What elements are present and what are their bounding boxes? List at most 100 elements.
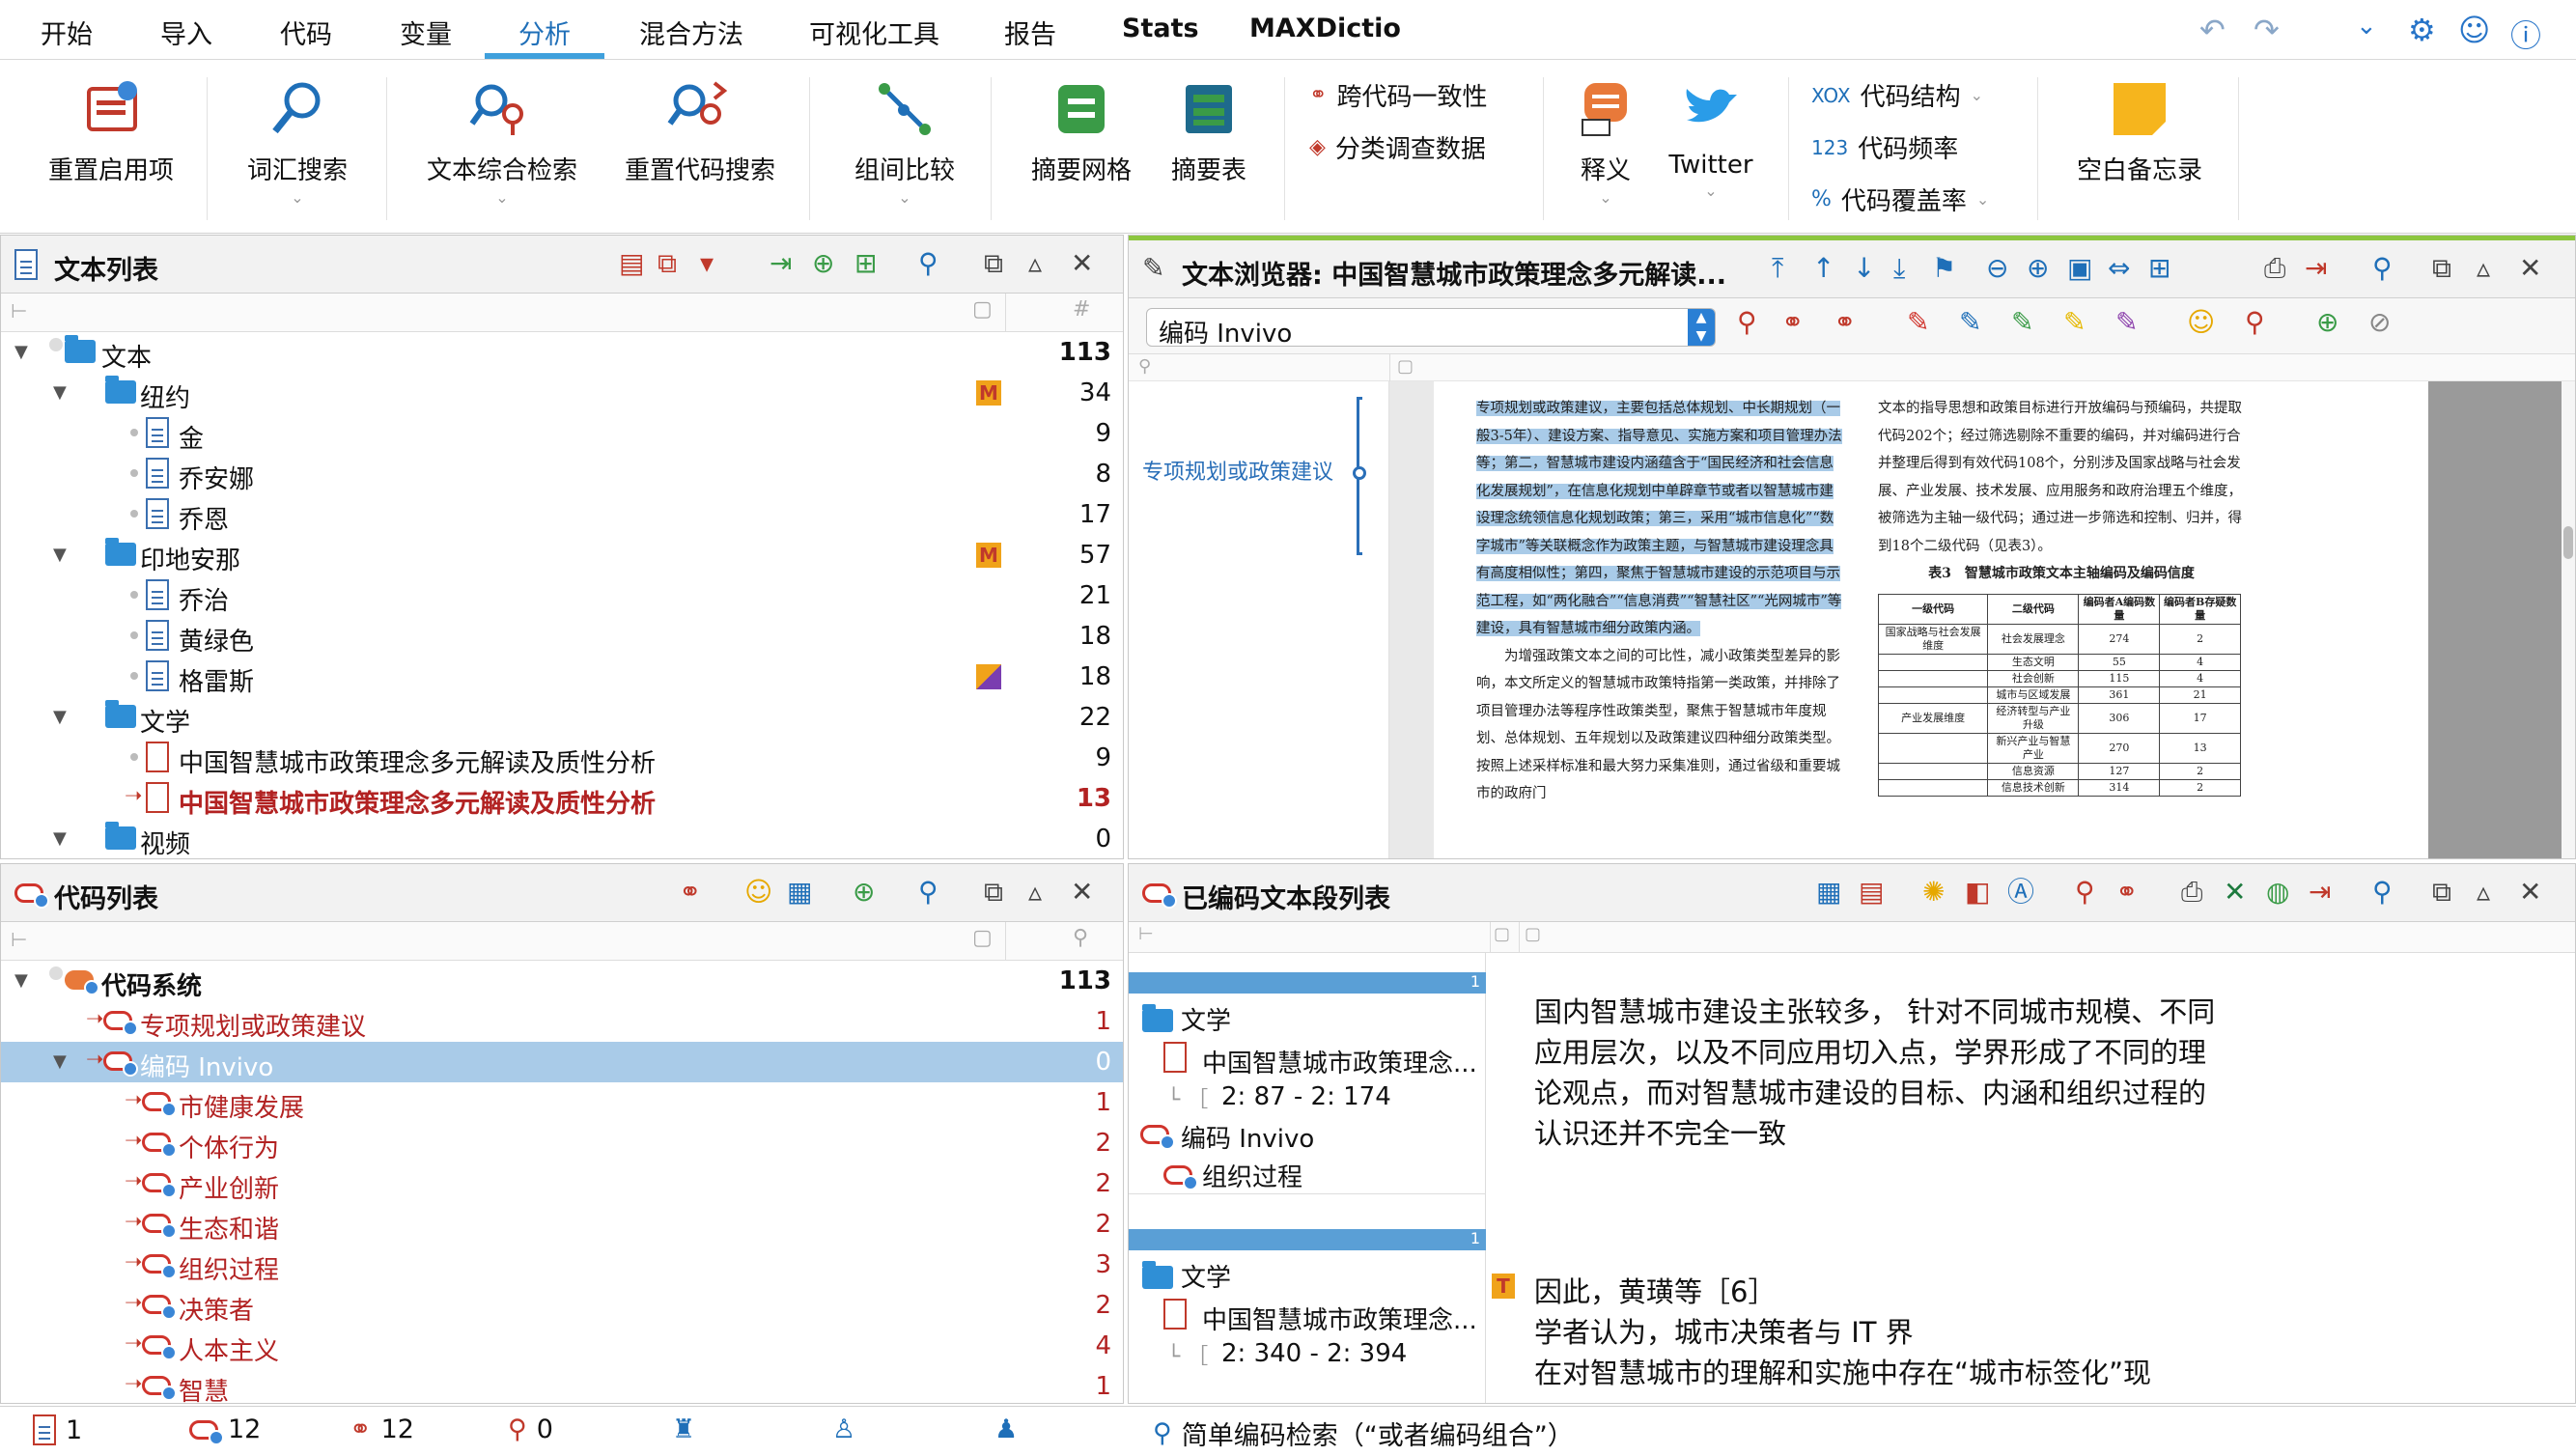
pdf-text-column-left[interactable]: 专项规划或政策建议，主要包括总体规划、中长期规划（一般3-5年）、建设方案、指导… [1476, 395, 1845, 808]
bookmark-icon[interactable]: ⚑ [1932, 252, 1956, 285]
code-coverage-button[interactable]: % 代码覆盖率 ⌄ [1811, 182, 1989, 217]
tree-row-group[interactable]: ▼ 视频 0 [1, 819, 1123, 859]
user-group-icon[interactable]: ♟ [994, 1414, 1018, 1444]
code-margin-label[interactable]: 专项规划或政策建议 [1142, 455, 1333, 486]
pdf-text-column-right[interactable]: 文本的指导思想和政策目标进行开放编码与预编码，共提取代码202个；经过筛选剔除不… [1877, 395, 2245, 797]
color-sort-icon[interactable]: ◧ [1965, 876, 1990, 909]
menu-codes[interactable]: 代码 [280, 14, 332, 51]
memo-add-icon[interactable]: ⊕ [2316, 306, 2338, 339]
tree-row-group[interactable]: ▼ 印地安那 M 57 [1, 535, 1123, 575]
redo-icon[interactable]: ↷ [2254, 12, 2280, 48]
code-row[interactable]: ➝ 产业创新 2 [1, 1163, 1123, 1204]
twitter-button[interactable]: Twitter ⌄ [1663, 77, 1759, 200]
summary-table-button[interactable]: 摘要表 [1161, 77, 1257, 186]
export-icon[interactable]: ⇥ [2309, 876, 2331, 909]
print-icon[interactable]: ⎙ [2264, 252, 2285, 285]
code-row-selected[interactable]: ▼ ➝ 编码 Invivo 0 [1, 1042, 1123, 1082]
status-codes[interactable]: 12 [189, 1414, 261, 1445]
emoticode-icon[interactable]: ☺ [2187, 306, 2215, 339]
highlighter-purple-icon[interactable]: ✎ [2115, 306, 2138, 339]
segment-text-1[interactable]: 国内智慧城市建设主张较多， 针对不同城市规模、不同应用层次，以及不同应用切入点，… [1534, 992, 2229, 1154]
highlighter-green-icon[interactable]: ✎ [2011, 306, 2033, 339]
edit-document-icon[interactable]: ✎ [1142, 252, 1164, 285]
code-frequency-button[interactable]: 123 代码频率 [1811, 129, 1958, 165]
expand-triangle-icon[interactable]: ▼ [53, 1051, 67, 1072]
close-icon[interactable]: ✕ [2519, 876, 2541, 909]
blank-memo-button[interactable]: 空白备忘录 [2053, 77, 2226, 186]
code-pin-icon[interactable]: ⚲ [1737, 306, 1757, 339]
activate-docs-icon[interactable]: ▾ [700, 247, 714, 280]
highlighter-red-icon[interactable]: ✎ [1907, 306, 1929, 339]
export-icon[interactable]: ⇥ [2305, 252, 2327, 285]
code-row[interactable]: ➝ 组织过程 3 [1, 1245, 1123, 1285]
new-code-icon[interactable]: ⊕ [853, 876, 875, 909]
zoom-in-icon[interactable]: ⊕ [2027, 252, 2049, 285]
excel-icon[interactable]: ✕ [2224, 876, 2246, 909]
code-row[interactable]: ➝ 市健康发展 1 [1, 1082, 1123, 1123]
intercoder-agreement-button[interactable]: ⚭ 跨代码一致性 [1309, 77, 1487, 113]
close-icon[interactable]: ✕ [2519, 252, 2541, 285]
expand-triangle-icon[interactable]: ▼ [14, 970, 28, 991]
code-row[interactable]: ➝ 生态和谐 2 [1, 1204, 1123, 1245]
emoticon-icon[interactable]: ☺ [744, 876, 772, 909]
segment-text-2[interactable]: 因此，黄璜等［6］ 学者认为，城市决策者与 IT 界 在对智慧城市的理解和实施中… [1534, 1272, 2229, 1393]
globe-icon[interactable]: ◍ [2266, 876, 2289, 909]
undock-icon[interactable]: ⧉ [2432, 252, 2451, 285]
zoom-out-icon[interactable]: ⊖ [1986, 252, 2008, 285]
vertical-scrollbar[interactable] [2562, 381, 2575, 858]
search-icon[interactable]: ⚲ [918, 876, 938, 909]
comment-badge-icon[interactable]: T [1492, 1274, 1515, 1299]
classify-survey-button[interactable]: ◈ 分类调查数据 [1309, 129, 1486, 165]
undock-icon[interactable]: ⧉ [2432, 876, 2451, 909]
help-icon[interactable]: ⓘ [2510, 12, 2541, 56]
segment-position[interactable]: 2: 87 - 2: 174 [1221, 1082, 1391, 1111]
document-set-icon[interactable]: ♜ [672, 1414, 695, 1444]
menu-analysis[interactable]: 分析 [518, 14, 571, 51]
status-variables[interactable]: ⚲ 0 [508, 1414, 553, 1444]
code-row[interactable]: ➝ 人本主义 4 [1, 1326, 1123, 1366]
expand-triangle-icon[interactable]: ▼ [53, 707, 67, 727]
menu-home[interactable]: 开始 [41, 14, 93, 51]
close-icon[interactable]: ✕ [1071, 876, 1093, 909]
code-link-icon[interactable]: ⚲ [2245, 306, 2265, 339]
expand-triangle-icon[interactable]: ▼ [14, 342, 28, 362]
arrow-up-icon[interactable]: ↑ [1812, 252, 1834, 285]
expand-triangle-icon[interactable]: ▼ [53, 828, 67, 849]
segment-info-1[interactable]: 1 文学 中国智慧城市政策理念... └ ［ 2: 87 - 2: 174 编码… [1129, 953, 1486, 1194]
maximize-icon[interactable]: ▵ [1028, 247, 1042, 280]
scrollbar-thumb[interactable] [2563, 526, 2573, 559]
jump-bottom-icon[interactable]: ⤓ [1893, 252, 1905, 285]
document-sets-icon[interactable]: ▤ [619, 247, 644, 280]
group-compare-button[interactable]: 组间比较 ⌄ [842, 77, 967, 207]
recode-search-button[interactable]: 重置代码搜索 [618, 77, 782, 186]
paraphrase-button[interactable]: 释义 ⌄ [1562, 77, 1649, 207]
code-multi-icon[interactable]: ⚭ [1834, 306, 1856, 339]
code-row[interactable]: ➝ 专项规划或政策建议 1 [1, 1001, 1123, 1042]
undo-icon[interactable]: ↶ [2199, 12, 2226, 48]
code-row[interactable]: ➝ 智慧 1 [1, 1366, 1123, 1407]
fit-width-icon[interactable]: ⇔ [2108, 252, 2130, 285]
arrow-down-icon[interactable]: ↓ [1853, 252, 1875, 285]
table-icon[interactable]: ▦ [787, 876, 812, 909]
tree-row-document[interactable]: 乔治 21 [1, 575, 1123, 616]
menu-visual-tools[interactable]: 可视化工具 [809, 14, 939, 51]
menu-maxdictio[interactable]: MAXDictio [1249, 14, 1401, 43]
overview-icon[interactable]: ▤ [1859, 876, 1884, 909]
tree-row-document[interactable]: 乔安娜 8 [1, 454, 1123, 494]
reset-activations-button[interactable]: 重置启用项 [39, 77, 183, 186]
status-code-sets[interactable]: ⚭ 12 [350, 1414, 414, 1444]
undock-icon[interactable]: ⧉ [984, 247, 1003, 280]
summary-grid-button[interactable]: 摘要网格 [1023, 77, 1139, 186]
code-row[interactable]: ➝ 决策者 2 [1, 1285, 1123, 1326]
copy-documents-icon[interactable]: ⧉ [658, 247, 677, 280]
tree-row-document[interactable]: 中国智慧城市政策理念多元解读及质性分析 9 [1, 738, 1123, 778]
uncode-icon[interactable]: ⊘ [2368, 306, 2391, 339]
search-icon[interactable]: ⚲ [918, 247, 938, 280]
tree-row-group[interactable]: ▼ 纽约 M 34 [1, 373, 1123, 413]
table-view-icon[interactable]: ▦ [1816, 876, 1841, 909]
menu-stats[interactable]: Stats [1122, 14, 1199, 43]
search-icon[interactable]: ⚲ [2372, 876, 2393, 909]
code-select[interactable]: 编码 Invivo ▲ ▼ [1146, 308, 1716, 349]
code-add-icon[interactable]: ⚭ [2115, 876, 2138, 909]
code-filter-icon[interactable]: ⚲ [2075, 876, 2095, 909]
